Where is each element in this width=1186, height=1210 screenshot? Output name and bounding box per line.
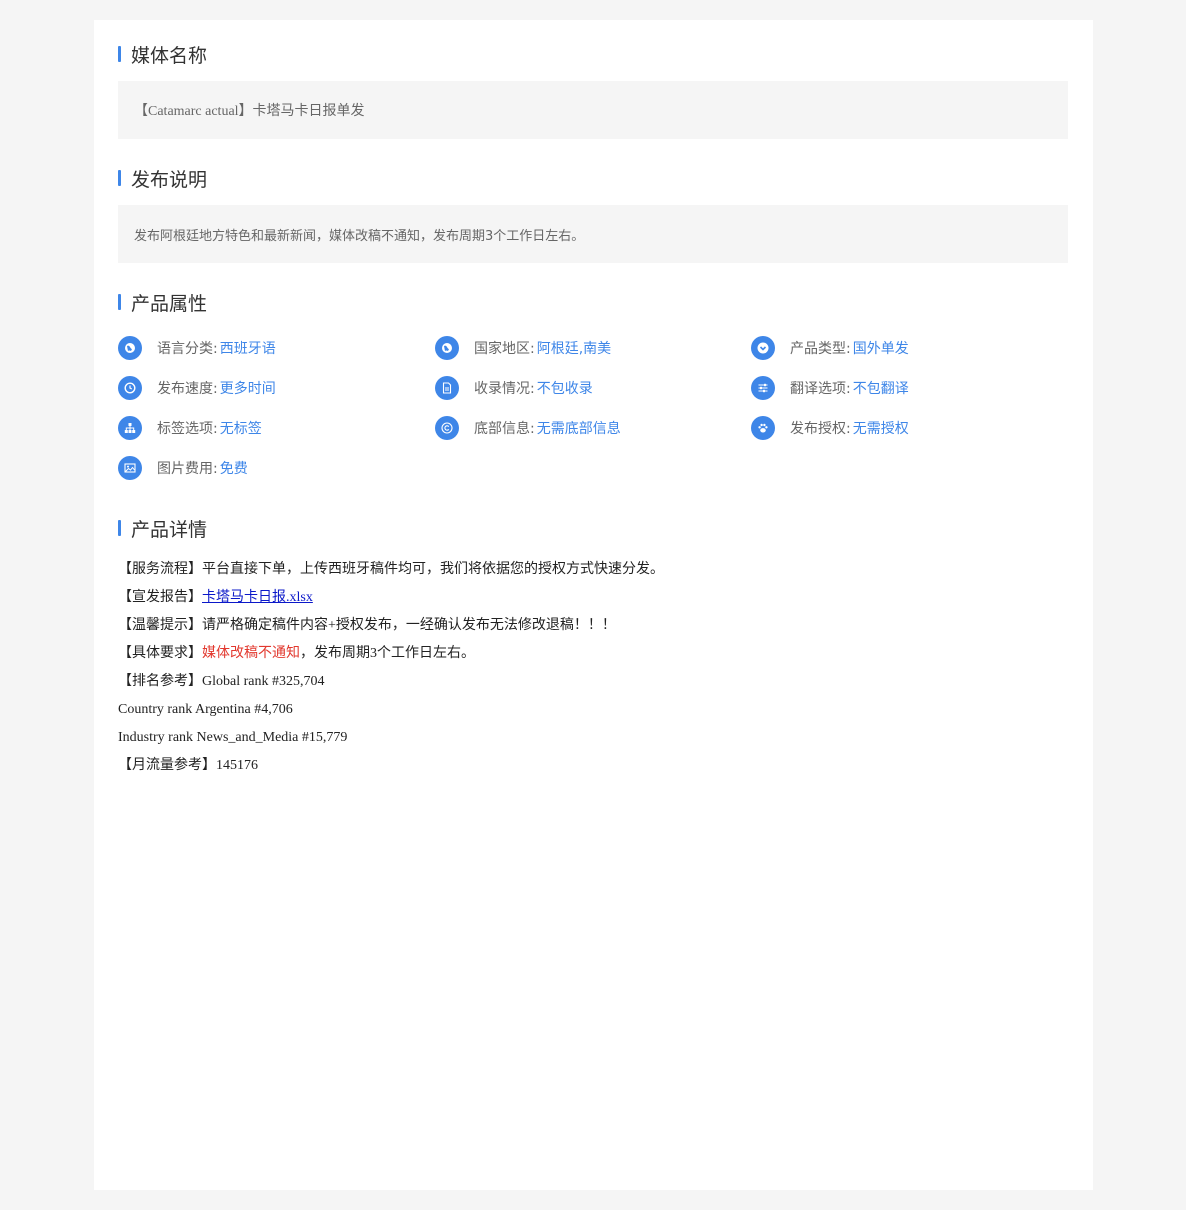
attr-authorization-value: 无需授权 <box>852 421 909 437</box>
service-flow-prefix: 【服务流程】 <box>118 562 202 577</box>
product-details-content: 【服务流程】平台直接下单，上传西班牙稿件均可，我们将依据您的授权方式快速分发。 … <box>118 556 664 780</box>
attr-type-label: 产品类型: <box>790 341 851 357</box>
rank-prefix: 【排名参考】 <box>118 674 202 689</box>
attr-region-value: 阿根廷,南美 <box>536 341 612 357</box>
attr-type-value: 国外单发 <box>852 341 909 357</box>
attr-language-value: 西班牙语 <box>219 341 276 357</box>
country-rank-line: Country rank Argentina #4,706 <box>118 702 293 717</box>
attr-speed-label: 发布速度: <box>157 381 218 397</box>
requirement-prefix: 【具体要求】 <box>118 646 202 661</box>
media-name-title: 媒体名称 <box>118 42 207 67</box>
attr-authorization: 发布授权: 无需授权 <box>751 416 909 440</box>
sitemap-icon <box>118 416 142 440</box>
service-flow-text: 平台直接下单，上传西班牙稿件均可，我们将依据您的授权方式快速分发。 <box>202 562 664 577</box>
attr-footer-label: 底部信息: <box>474 421 535 437</box>
globe-icon <box>435 336 459 360</box>
rank-line: 【排名参考】Global rank #325,704 <box>118 668 664 696</box>
sliders-icon <box>751 376 775 400</box>
attr-image-fee: 图片费用: 免费 <box>118 456 248 480</box>
global-rank: Global rank #325,704 <box>202 674 325 689</box>
attr-tags-value: 无标签 <box>219 421 262 437</box>
attr-authorization-label: 发布授权: <box>790 421 851 437</box>
product-attributes-title: 产品属性 <box>118 290 207 315</box>
product-detail-card: 媒体名称 【Catamarc actual】卡塔马卡日报单发 发布说明 发布阿根… <box>94 20 1093 1190</box>
attr-indexing: 收录情况: 不包收录 <box>435 376 593 400</box>
report-prefix: 【宣发报告】 <box>118 590 202 605</box>
attr-footer-value: 无需底部信息 <box>536 421 621 437</box>
attr-language: 语言分类: 西班牙语 <box>118 336 276 360</box>
attr-speed-value: 更多时间 <box>219 381 276 397</box>
traffic-value: 145176 <box>216 758 258 773</box>
attr-tags-label: 标签选项: <box>157 421 218 437</box>
attr-region-label: 国家地区: <box>474 341 535 357</box>
attr-image-fee-value: 免费 <box>219 461 248 477</box>
industry-rank-line: Industry rank News_and_Media #15,779 <box>118 730 348 745</box>
report-line: 【宣发报告】卡塔马卡日报.xlsx <box>118 584 664 612</box>
attr-footer: 底部信息: 无需底部信息 <box>435 416 621 440</box>
attr-speed: 发布速度: 更多时间 <box>118 376 276 400</box>
media-name-value: 【Catamarc actual】卡塔马卡日报单发 <box>134 104 365 119</box>
attr-tags: 标签选项: 无标签 <box>118 416 262 440</box>
requirement-line: 【具体要求】媒体改稿不通知，发布周期3个工作日左右。 <box>118 640 664 668</box>
publish-notes-title: 发布说明 <box>118 166 207 191</box>
attr-indexing-value: 不包收录 <box>536 381 593 397</box>
tip-prefix: 【温馨提示】 <box>118 618 202 633</box>
traffic-line: 【月流量参考】145176 <box>118 752 664 780</box>
clock-icon <box>118 376 142 400</box>
requirement-text: ，发布周期3个工作日左右。 <box>300 646 475 661</box>
globe-icon <box>118 336 142 360</box>
attr-language-label: 语言分类: <box>157 341 218 357</box>
attr-region: 国家地区: 阿根廷,南美 <box>435 336 611 360</box>
publish-notes-box: 发布阿根廷地方特色和最新新闻，媒体改稿不通知，发布周期3个工作日左右。 <box>118 205 1068 263</box>
attr-image-fee-label: 图片费用: <box>157 461 218 477</box>
traffic-prefix: 【月流量参考】 <box>118 758 216 773</box>
requirement-warning: 媒体改稿不通知 <box>202 646 300 661</box>
tip-line: 【温馨提示】请严格确定稿件内容+授权发布，一经确认发布无法修改退稿！！！ <box>118 612 664 640</box>
copyright-icon <box>435 416 459 440</box>
service-flow-line: 【服务流程】平台直接下单，上传西班牙稿件均可，我们将依据您的授权方式快速分发。 <box>118 556 664 584</box>
tip-text: 请严格确定稿件内容+授权发布，一经确认发布无法修改退稿！！！ <box>202 618 616 633</box>
attr-translation-value: 不包翻译 <box>852 381 909 397</box>
chevron-down-circle-icon <box>751 336 775 360</box>
attr-translation-label: 翻译选项: <box>790 381 851 397</box>
image-icon <box>118 456 142 480</box>
attr-type: 产品类型: 国外单发 <box>751 336 909 360</box>
publish-notes-text: 发布阿根廷地方特色和最新新闻，媒体改稿不通知，发布周期3个工作日左右。 <box>134 228 585 244</box>
product-details-title: 产品详情 <box>118 516 207 541</box>
media-name-box: 【Catamarc actual】卡塔马卡日报单发 <box>118 81 1068 139</box>
paw-icon <box>751 416 775 440</box>
attr-indexing-label: 收录情况: <box>474 381 535 397</box>
report-download-link[interactable]: 卡塔马卡日报.xlsx <box>202 590 313 605</box>
attr-translation: 翻译选项: 不包翻译 <box>751 376 909 400</box>
document-icon <box>435 376 459 400</box>
